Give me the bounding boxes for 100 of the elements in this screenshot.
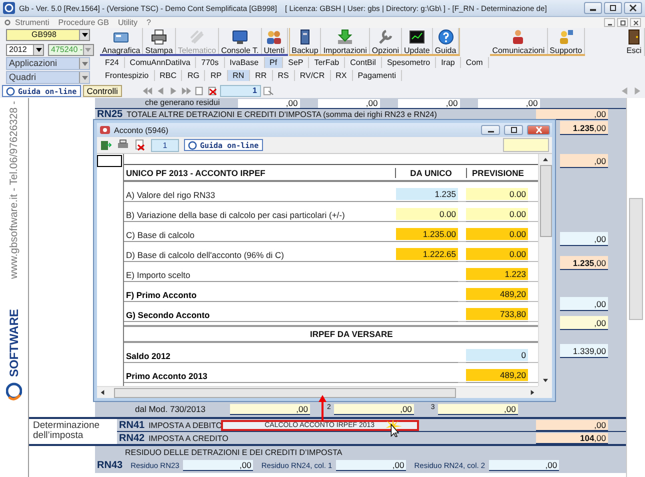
app-tab[interactable]: Spesometro <box>382 57 436 68</box>
amount-field: ,00 <box>560 316 608 330</box>
amount-field[interactable]: ,00 <box>318 98 380 108</box>
company-dropdown[interactable]: GB998 <box>6 29 90 41</box>
section-tab[interactable]: Pagamenti <box>352 70 402 81</box>
section-title: IRPEF DA VERSARE <box>310 329 393 339</box>
row-label: C) Base di calcolo <box>124 229 396 242</box>
toolbar-button[interactable]: Supporto <box>548 28 586 54</box>
menu-item[interactable]: Strumenti <box>15 18 50 27</box>
section-tab[interactable]: RS <box>272 70 295 81</box>
row-code: RN25 <box>97 109 123 120</box>
row-label: G) Secondo Acconto <box>124 309 396 322</box>
contact-text: www.gbsoftware.it - Tel.06/97626328 - <box>8 101 20 281</box>
app-tab[interactable]: SeP <box>283 57 310 68</box>
row-code: RN41 <box>119 420 145 430</box>
amount-field[interactable]: 489,20 <box>466 288 528 300</box>
toolbar-button[interactable]: Opzioni <box>370 28 402 54</box>
amount-field: ,00 <box>560 154 608 168</box>
section-tab[interactable]: RN <box>228 70 250 81</box>
section-title: RESIDUO DELLE DETRAZIONI E DEI CREDITI D’IMPOSTA <box>125 448 342 456</box>
amount-field[interactable]: 489,20 <box>466 369 528 381</box>
toolbar-button[interactable]: Anagrafica <box>100 28 144 54</box>
row-code: RN42 <box>119 432 145 444</box>
amount-field[interactable]: 0.00 <box>396 208 458 220</box>
amount-field[interactable]: ,00 <box>230 404 310 414</box>
exit-button[interactable]: Esci <box>624 28 645 56</box>
amount-field[interactable]: ,00 <box>438 404 518 414</box>
column-header: PREVISIONE <box>471 168 525 178</box>
amount-field[interactable]: 0.00 <box>466 228 528 240</box>
row-label: dal Mod. 730/2013 <box>135 404 206 414</box>
amount-field[interactable]: 1.223 <box>466 268 528 280</box>
amount-field: 1.339,00 <box>560 344 608 358</box>
menu-item[interactable]: ? <box>146 18 151 27</box>
app-tab[interactable]: 770s <box>196 57 225 68</box>
amount-field: ,00 <box>560 297 608 311</box>
amount-field[interactable]: ,00 <box>334 404 414 414</box>
row-label: Primo Acconto 2013 <box>124 370 396 383</box>
section-tab[interactable]: RV/CR <box>294 70 331 81</box>
amount-field[interactable]: ,00 <box>336 460 406 471</box>
row-label: A) Valore del rigo RN33 <box>124 189 396 202</box>
toolbar-button[interactable]: Backup <box>290 28 322 54</box>
amount-field: ,00 <box>560 232 608 246</box>
amount-field[interactable]: 1.222.65 <box>396 248 458 260</box>
toolbar-button[interactable]: Stampa <box>143 28 176 54</box>
amount-field[interactable]: 733,80 <box>466 308 528 320</box>
toolbar-button[interactable]: Comunicazioni <box>490 28 548 54</box>
logo-text: SOFTWARE <box>7 308 21 379</box>
amount-field[interactable]: 1.235.00 <box>396 228 458 240</box>
section-tab[interactable]: RR <box>250 70 273 81</box>
amount-field[interactable]: ,00 <box>478 98 540 108</box>
section-tab[interactable]: RX <box>330 70 353 81</box>
amount-field: 104,00 <box>536 432 608 444</box>
row-label: F) Primo Acconto <box>124 289 396 302</box>
section-tab[interactable]: Frontespizio <box>100 70 155 81</box>
row-label: IMPOSTA A CREDITO <box>148 434 228 442</box>
section-tab[interactable]: RG <box>182 70 206 81</box>
app-tab[interactable]: Irap <box>436 57 461 68</box>
section-tab[interactable]: RBC <box>154 70 182 81</box>
sections-dropdown[interactable]: Quadri <box>6 71 90 84</box>
toolbar-button[interactable]: Utenti <box>262 28 288 54</box>
year-dropdown[interactable]: 2012 <box>6 44 44 56</box>
row-label: TOTALE ALTRE DETRAZIONI E CREDITI D'IMPOSTA (somma dei righi RN23 e RN24) <box>126 110 437 119</box>
page-field[interactable]: 1 <box>220 85 261 97</box>
amount-field[interactable]: 0 <box>466 349 528 361</box>
page-field[interactable]: 1 <box>151 138 179 152</box>
app-tab[interactable]: ComuAnnDatiIva <box>124 57 196 68</box>
amount-field: 1.235,00 <box>560 121 608 135</box>
amount-field[interactable]: ,00 <box>238 98 300 108</box>
column-header: UNICO PF 2013 - ACCONTO IRPEF <box>124 168 396 178</box>
amount-field[interactable]: 0.00 <box>466 188 528 200</box>
row-label: E) Importo scelto <box>124 269 396 282</box>
row-label: Saldo 2012 <box>124 350 396 363</box>
row-label: D) Base di calcolo dell'acconto (96% di C) <box>124 249 396 262</box>
amount-field[interactable]: 1.235 <box>396 188 458 200</box>
amount-field[interactable]: 0.00 <box>466 248 528 260</box>
app-tab[interactable]: ContBil <box>345 57 382 68</box>
app-tab[interactable]: TerFab <box>309 57 346 68</box>
toolbar-button[interactable]: Update <box>402 28 433 54</box>
dialog-title: Acconto (5946) <box>114 126 168 134</box>
toolbar-button[interactable]: Console T. <box>219 28 262 54</box>
app-tab[interactable]: Com <box>460 57 489 68</box>
menu-item[interactable]: Procedure GB <box>58 18 109 27</box>
amount-field: ,00 <box>536 109 608 120</box>
row-label: che generano residui <box>145 98 220 108</box>
amount-field[interactable]: 0.00 <box>466 208 528 220</box>
checks-button[interactable]: Controlli <box>82 85 122 97</box>
amount-field[interactable]: ,00 <box>183 460 254 471</box>
row-label: B) Variazione della base di calcolo per casi particolari (+/-) <box>124 209 396 222</box>
applications-dropdown[interactable]: Applicazioni <box>6 57 90 70</box>
toolbar-button[interactable]: Guida <box>432 28 460 54</box>
amount-field: 1.235,00 <box>560 256 608 270</box>
app-tab[interactable]: Pf <box>264 57 284 68</box>
toolbar-button[interactable]: Importazioni <box>321 28 370 54</box>
amount-field: ,00 <box>536 420 608 430</box>
row-code: RN43 <box>97 460 123 471</box>
column-header: DA UNICO <box>396 168 467 178</box>
menu-item[interactable]: Utility <box>118 18 138 27</box>
amount-field[interactable]: ,00 <box>398 98 460 108</box>
amount-field[interactable]: ,00 <box>489 460 560 471</box>
app-tab[interactable]: F24 <box>100 57 125 68</box>
